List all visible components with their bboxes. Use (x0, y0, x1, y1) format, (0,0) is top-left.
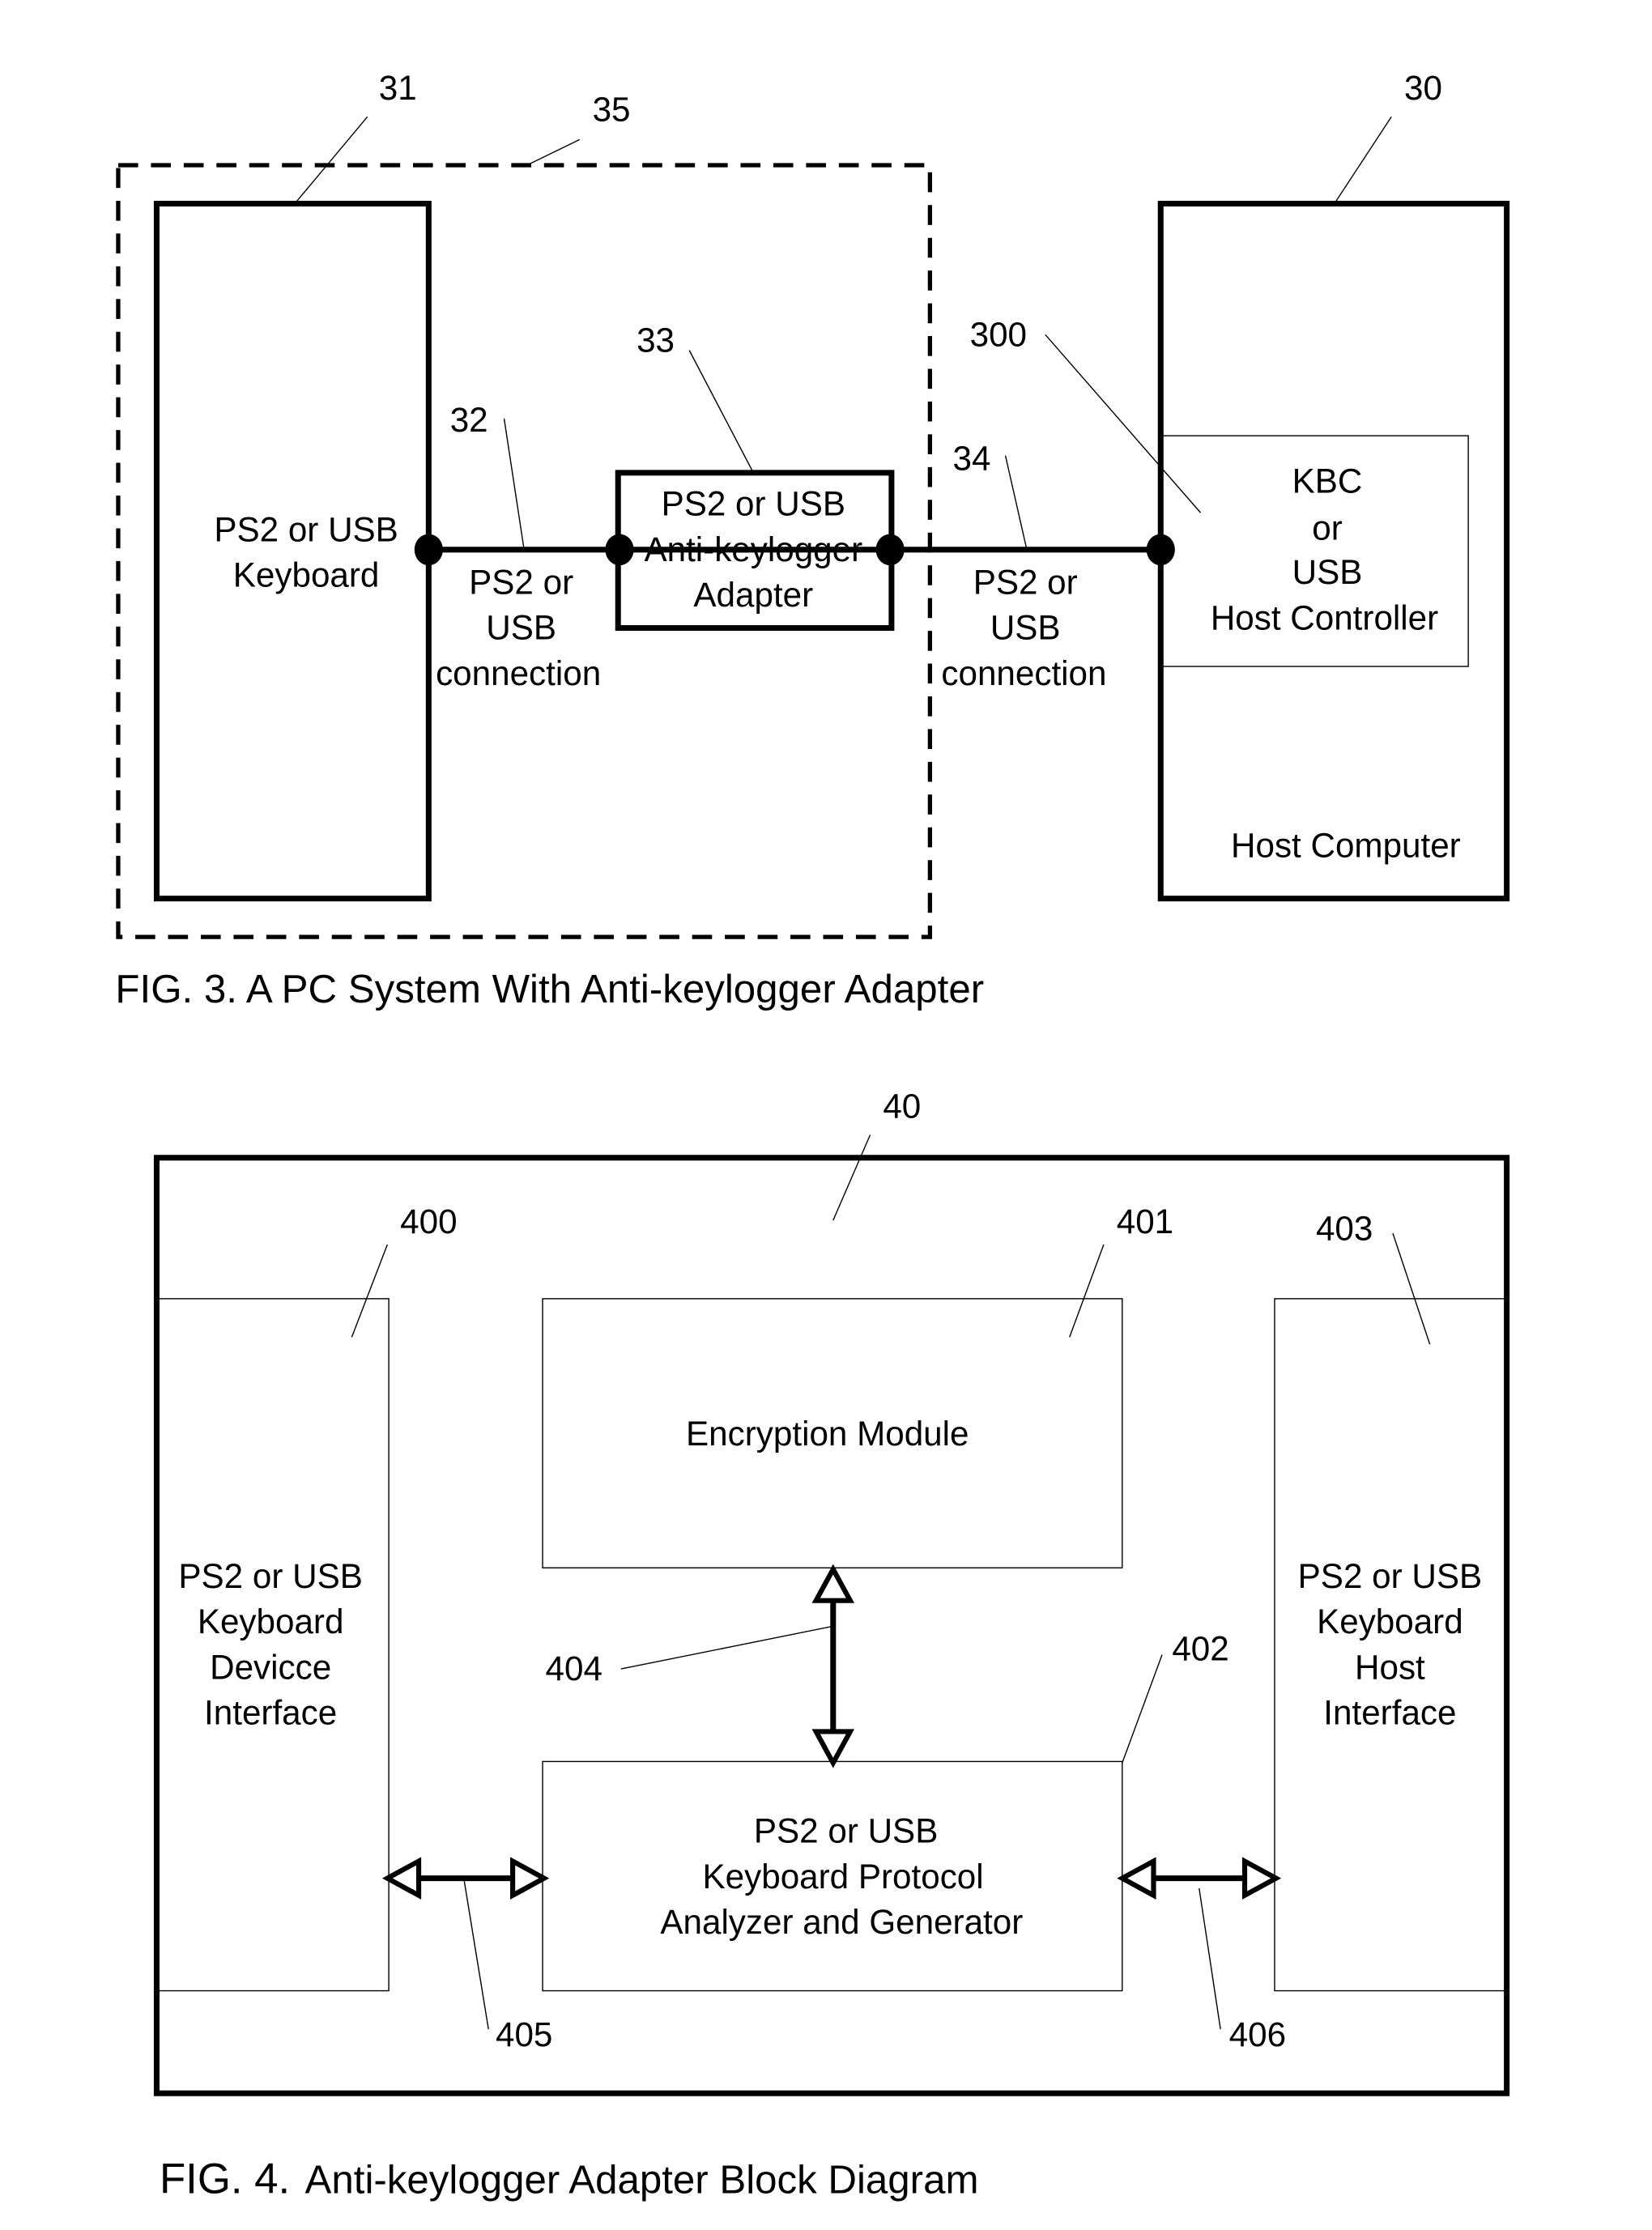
ref-402: 402 (1172, 1630, 1228, 1668)
protocol-label-line3: Analyzer and Generator (660, 1903, 1023, 1941)
patent-figures: PS2 or USB Keyboard PS2 or USB Anti-keyl… (115, 69, 1510, 2202)
protocol-label-line1: PS2 or USB (754, 1812, 938, 1850)
device-interface-label-line4: Interface (204, 1694, 337, 1732)
device-interface-label-line2: Keyboard (198, 1602, 344, 1641)
leader-35 (526, 138, 581, 166)
fig3: PS2 or USB Keyboard PS2 or USB Anti-keyl… (115, 69, 1510, 1011)
conn-left-label-line1: PS2 or (469, 563, 573, 601)
controller-label-line2: or (1312, 509, 1343, 547)
host-interface-label-line4: Interface (1323, 1694, 1456, 1732)
fig4-caption: FIG. 4. Anti-keylogger Adapter Block Dia… (160, 2155, 979, 2202)
leader-30 (1334, 116, 1392, 204)
conn-left-label-line2: USB (486, 609, 556, 647)
adapter-label-line2: Anti-keylogger (644, 530, 862, 568)
host-interface-label-line3: Host (1355, 1648, 1425, 1686)
ref-405: 405 (496, 2015, 552, 2053)
keyboard-box (153, 200, 432, 902)
fig4-caption-prefix: FIG. 4. (160, 2155, 290, 2202)
conn-right-label-line1: PS2 or (973, 563, 1078, 601)
host-computer-box (1157, 200, 1510, 902)
device-interface-label-line3: Devicce (210, 1648, 331, 1686)
leader-404 (620, 1625, 833, 1670)
device-interface-label-line1: PS2 or USB (178, 1557, 362, 1595)
leader-400 (351, 1244, 389, 1338)
fig4-caption-text: Anti-keylogger Adapter Block Diagram (305, 2157, 979, 2202)
ref-30: 30 (1404, 69, 1442, 107)
device-interface-box (155, 1298, 390, 1992)
ref-401: 401 (1117, 1202, 1173, 1241)
leader-406 (1199, 1887, 1221, 2030)
keyboard-label-line1: PS2 or USB (214, 510, 398, 548)
adapter-label-line3: Adapter (693, 576, 813, 614)
ref-32: 32 (450, 401, 488, 439)
leader-32 (503, 418, 525, 550)
host-interface-box (1274, 1298, 1508, 1992)
ref-406: 406 (1229, 2015, 1286, 2053)
ref-34: 34 (953, 439, 991, 477)
leader-403 (1392, 1232, 1431, 1345)
conn-left-label-line3: connection (436, 654, 601, 692)
leader-34 (1004, 455, 1028, 550)
fig3-caption: FIG. 3. A PC System With Anti-keylogger … (115, 967, 984, 1011)
leader-40 (832, 1134, 871, 1221)
host-interface-label-line2: Keyboard (1317, 1602, 1463, 1641)
ref-31: 31 (379, 69, 417, 107)
controller-label-line1: KBC (1292, 462, 1363, 500)
bidirectional-arrow-vertical-icon (811, 1564, 855, 1768)
host-computer-label: Host Computer (1231, 827, 1461, 865)
leader-401 (1069, 1244, 1105, 1338)
fig4: PS2 or USB Keyboard Devicce Interface En… (153, 1087, 1510, 2202)
ref-404: 404 (546, 1649, 602, 1687)
leader-405 (463, 1881, 489, 2030)
leader-31 (294, 116, 368, 204)
connection-dot-keyboard (414, 534, 443, 566)
leader-300 (1045, 334, 1202, 513)
leader-402 (1122, 1654, 1163, 1764)
ref-300: 300 (970, 315, 1027, 353)
host-interface-label-line1: PS2 or USB (1298, 1557, 1482, 1595)
conn-right-label-line2: USB (990, 609, 1061, 647)
ref-33: 33 (637, 321, 675, 359)
controller-label-line4: Host Controller (1211, 598, 1438, 636)
conn-right-label-line3: connection (941, 654, 1106, 692)
adapter-label-line1: PS2 or USB (662, 485, 845, 523)
protocol-label-line2: Keyboard Protocol (703, 1858, 984, 1896)
ref-403: 403 (1316, 1210, 1373, 1248)
encryption-module-label: Encryption Module (686, 1415, 969, 1453)
keyboard-label-line2: Keyboard (233, 556, 380, 594)
leader-33 (688, 350, 754, 474)
ref-400: 400 (400, 1202, 457, 1241)
ref-40: 40 (883, 1087, 921, 1126)
controller-label-line3: USB (1292, 553, 1363, 591)
ref-35: 35 (593, 90, 631, 128)
